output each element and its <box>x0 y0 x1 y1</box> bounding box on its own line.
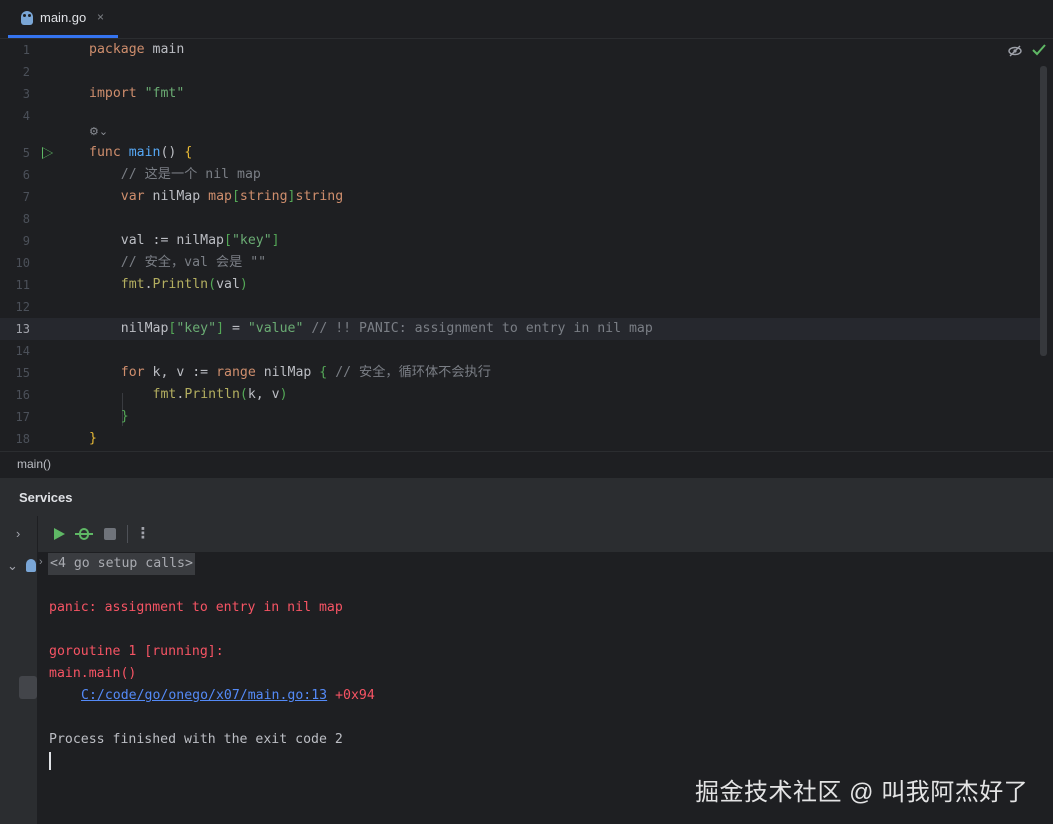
run-button[interactable] <box>49 524 69 544</box>
stop-icon <box>104 528 116 540</box>
close-icon[interactable]: × <box>97 10 104 24</box>
line-number: 18 <box>15 432 30 446</box>
line-number: 3 <box>22 87 30 101</box>
line-number: 12 <box>15 300 30 314</box>
services-header: Services <box>0 477 1053 516</box>
stack-frame: main.main() <box>49 666 137 681</box>
code-line[interactable]: 10 // 安全，val 会是 "" <box>0 252 1040 274</box>
go-file-icon <box>21 11 33 25</box>
line-number: 6 <box>22 168 30 182</box>
breadcrumb: main() <box>0 451 1053 477</box>
line-text: // 安全，val 会是 "" <box>89 255 267 270</box>
line-text: } <box>89 431 97 446</box>
line-number: 11 <box>15 278 30 292</box>
run-icon <box>53 528 65 540</box>
code-editor[interactable]: 1 package main 2 3 import "fmt" 4 ⚙⌄ 5 f… <box>0 39 1053 450</box>
code-line[interactable]: 11 fmt.Println(val) <box>0 274 1040 296</box>
line-text: fmt.Println(val) <box>120 277 248 292</box>
line-text: func main() { <box>89 145 193 160</box>
line-number: 4 <box>22 109 30 123</box>
more-button[interactable]: ⋮ <box>133 524 153 544</box>
stop-button[interactable] <box>100 524 120 544</box>
line-text: } <box>120 409 129 424</box>
code-line[interactable]: 17 } <box>0 406 1040 428</box>
services-title: Services <box>19 490 73 505</box>
line-text: nilMap["key"] = "value" // !! PANIC: ass… <box>89 321 653 336</box>
eye-slash-icon[interactable] <box>1008 45 1022 60</box>
line-number: 13 <box>15 322 30 336</box>
panic-message: panic: assignment to entry in nil map <box>49 600 343 615</box>
code-line[interactable]: 12 <box>0 296 1040 318</box>
line-text: var nilMap map[string]string <box>120 189 344 204</box>
source-file-link[interactable]: C:/code/go/onego/x07/main.go:13 <box>81 688 327 703</box>
line-text: val := nilMap["key"] <box>89 233 280 248</box>
goroutine-line: goroutine 1 [running]: <box>49 644 224 659</box>
line-number: 15 <box>15 366 30 380</box>
editor-scrollbar[interactable] <box>1040 66 1047 356</box>
editor-tab-bar: main.go × <box>0 0 1053 39</box>
code-line[interactable]: 1 package main <box>0 39 1040 61</box>
tree-scroll-thumb[interactable] <box>19 676 37 699</box>
go-run-config-icon[interactable] <box>26 559 36 572</box>
code-vision-hint[interactable]: ⚙⌄ <box>89 125 108 143</box>
services-tree: › ⌄ <box>0 516 38 824</box>
active-tab-indicator <box>8 35 118 38</box>
tab-label: main.go <box>40 10 87 25</box>
code-line[interactable]: 3 import "fmt" <box>0 83 1040 105</box>
line-number: 2 <box>22 65 30 79</box>
line-text: for k, v := range nilMap { // 安全，循环体不会执行 <box>120 365 491 380</box>
code-line[interactable]: 5 func main() { <box>0 142 1040 164</box>
line-number: 8 <box>22 212 30 226</box>
checkmark-icon[interactable] <box>1032 43 1046 60</box>
code-line[interactable]: 15 for k, v := range nilMap { // 安全，循环体不… <box>0 362 1040 384</box>
tab-main-go[interactable]: main.go × <box>8 0 118 38</box>
code-line[interactable]: 4 <box>0 105 1040 127</box>
code-line[interactable]: 9 val := nilMap["key"] <box>0 230 1040 252</box>
exit-status: Process finished with the exit code 2 <box>49 732 343 747</box>
line-number: 10 <box>15 256 30 270</box>
line-number: 5 <box>22 146 30 160</box>
stack-location: C:/code/go/onego/x07/main.go:13 +0x94 <box>81 685 375 707</box>
line-text: fmt.Println(k, v) <box>152 387 288 402</box>
line-text: import "fmt" <box>89 86 185 101</box>
line-number: 7 <box>22 190 30 204</box>
line-number: 9 <box>22 234 30 248</box>
line-number: 16 <box>15 388 30 402</box>
code-line[interactable]: 7 var nilMap map[string]string <box>0 186 1040 208</box>
toolbar-divider <box>127 525 128 543</box>
code-line[interactable]: 6 // 这是一个 nil map <box>0 164 1040 186</box>
current-code-line[interactable]: 13 nilMap["key"] = "value" // !! PANIC: … <box>0 318 1040 340</box>
folded-setup-calls[interactable]: <4 go setup calls> <box>48 553 195 575</box>
chevron-down-icon[interactable]: ⌄ <box>7 558 18 574</box>
line-text: package main <box>89 42 185 57</box>
debug-button[interactable] <box>74 524 94 544</box>
code-line[interactable]: 14 <box>0 340 1040 362</box>
run-gutter-icon[interactable] <box>42 147 53 159</box>
text-cursor <box>49 752 51 770</box>
line-text: // 这是一个 nil map <box>89 167 261 182</box>
debug-icon <box>75 528 93 540</box>
chevron-right-icon[interactable]: › <box>16 526 20 541</box>
line-number: 17 <box>15 410 30 424</box>
stack-offset: +0x94 <box>327 688 375 703</box>
breadcrumb-item-main[interactable]: main() <box>17 457 51 471</box>
code-line[interactable]: 18 } <box>0 428 1040 450</box>
more-icon: ⋮ <box>135 525 151 542</box>
fold-chevron-icon[interactable]: › <box>39 556 43 568</box>
console-toolbar: ⋮ <box>38 516 1053 552</box>
line-number: 14 <box>15 344 30 358</box>
code-line[interactable]: 2 <box>0 61 1040 83</box>
code-line[interactable]: 8 <box>0 208 1040 230</box>
watermark: 掘金技术社区 @ 叫我阿杰好了 <box>695 779 1029 806</box>
code-line[interactable]: 16 fmt.Println(k, v) <box>0 384 1040 406</box>
line-number: 1 <box>22 43 30 57</box>
